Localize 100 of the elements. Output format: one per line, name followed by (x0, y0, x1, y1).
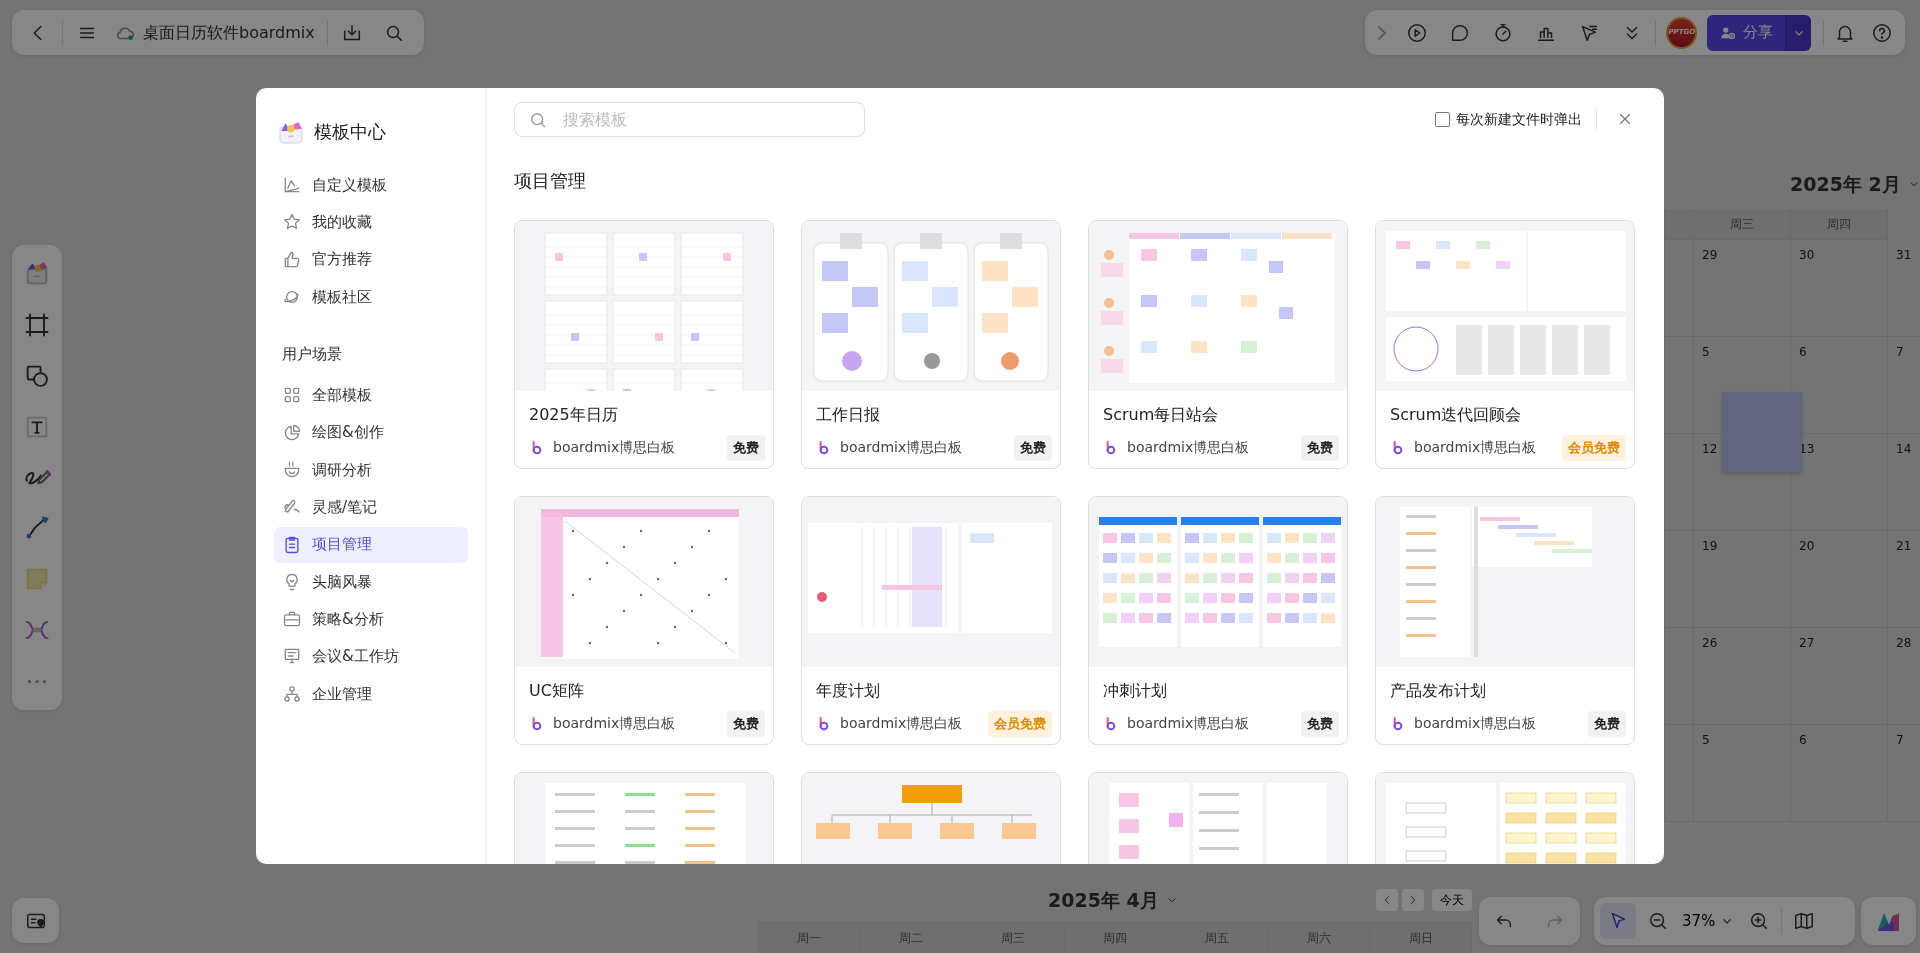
template-title: Scrum迭代回顾会 (1389, 404, 1523, 426)
template-card[interactable]: 工作日报 boardmix博思白板 免费 (801, 220, 1061, 469)
dialog-title: 模板中心 (314, 120, 386, 144)
price-tag: 免费 (1588, 711, 1626, 737)
sidebar-item[interactable]: 模板社区 (274, 278, 468, 315)
date-number: 6 (1799, 732, 1807, 747)
template-thumbnail[interactable] (1376, 497, 1634, 667)
template-author: boardmix博思白板 (1127, 714, 1250, 734)
date-number: 14 (1896, 441, 1912, 456)
template-author: boardmix博思白板 (553, 438, 676, 458)
date-number: 19 (1702, 538, 1718, 553)
template-card[interactable]: 产品发布计划 boardmix博思白板 免费 (1375, 496, 1635, 745)
share-options-button[interactable] (1785, 14, 1812, 51)
calendar-month-title[interactable]: 2025年 2月 (1790, 170, 1920, 199)
calendar-month-title[interactable]: 2025年 4月 (1048, 885, 1179, 915)
template-card[interactable]: UC矩阵 boardmix博思白板 免费 (514, 496, 774, 745)
template-title: UC矩阵 (528, 680, 585, 702)
search-field[interactable]: 搜索模板 (514, 101, 865, 137)
org-chart-icon (282, 683, 302, 704)
section-heading: 用户场景 (282, 343, 343, 365)
template-author: boardmix博思白板 (840, 438, 963, 458)
template-thumbnail[interactable] (802, 497, 1060, 667)
template-card[interactable]: Scrum迭代回顾会 boardmix博思白板 会员免费 (1375, 220, 1635, 469)
help-icon (1871, 21, 1894, 44)
date-number: 5 (1702, 344, 1710, 359)
sidebar-item[interactable]: 调研分析 (274, 452, 468, 488)
price-tag: 免费 (1301, 711, 1339, 737)
template-thumbnail[interactable] (1376, 221, 1634, 391)
weekday-header: 周四 (1791, 208, 1888, 240)
thumbs-up-icon (282, 249, 302, 270)
weekday-header: 周三 (962, 923, 1065, 953)
chevron-right-icon (1378, 25, 1387, 40)
weekday-header: 周五 (1166, 923, 1269, 953)
price-tag: 免费 (1301, 435, 1339, 461)
sidebar-item[interactable]: 策略&分析 (274, 601, 468, 638)
template-thumbnail[interactable] (515, 497, 773, 667)
weekday-header: 周六 (1268, 923, 1371, 953)
minimap-icon (1793, 910, 1816, 932)
date-number: 28 (1896, 635, 1912, 650)
date-number: 7 (1896, 732, 1904, 747)
template-card[interactable]: 2025年日历 boardmix博思白板 免费 (514, 220, 774, 469)
more-icon (27, 678, 47, 684)
template-title: 冲刺计划 (1102, 680, 1168, 702)
price-tag: 免费 (727, 711, 765, 737)
weekday-header: 周日 (1370, 923, 1472, 953)
zoom-level-dropdown[interactable]: 37% (1680, 903, 1738, 939)
date-number: 5 (1702, 732, 1710, 747)
date-number: 21 (1896, 538, 1912, 553)
template-author: boardmix博思白板 (840, 714, 963, 734)
share-button[interactable]: 分享 (1707, 14, 1786, 51)
template-author: boardmix博思白板 (1127, 438, 1250, 458)
sidebar-item[interactable]: 官方推荐 (274, 241, 468, 278)
present-icon (1405, 21, 1428, 44)
pie-chart-icon (282, 422, 302, 443)
category-title: 项目管理 (514, 169, 587, 193)
sidebar-item[interactable]: 项目管理 (274, 526, 468, 563)
sidebar-item[interactable]: 头脑风暴 (274, 563, 468, 600)
price-tag: 会员免费 (988, 711, 1052, 737)
weekday-header: 周三 (1694, 208, 1791, 240)
pen-icon (23, 469, 51, 486)
date-number: 27 (1799, 635, 1815, 650)
sidebar-item[interactable]: 全部模板 (274, 377, 468, 414)
template-title: 产品发布计划 (1389, 680, 1487, 702)
date-number: 26 (1702, 635, 1718, 650)
sidebar-item[interactable]: 企业管理 (274, 675, 468, 712)
template-title: 2025年日历 (528, 404, 619, 426)
template-title: 年度计划 (815, 680, 881, 702)
template-card[interactable]: Scrum每日站会 boardmix博思白板 免费 (1088, 220, 1348, 469)
cup-icon (282, 460, 302, 480)
date-number: 6 (1799, 344, 1807, 359)
sidebar-item[interactable]: 绘图&创作 (274, 414, 468, 451)
select-tool-button[interactable] (1600, 903, 1636, 939)
price-tag: 会员免费 (1562, 435, 1626, 461)
template-author: boardmix博思白板 (1414, 438, 1537, 458)
chart-icon (282, 175, 302, 195)
checkbox-label: 每次新建文件时弹出 (1456, 109, 1582, 129)
date-number: 31 (1896, 247, 1912, 262)
template-card[interactable]: 冲刺计划 boardmix博思白板 免费 (1088, 496, 1348, 745)
today-button[interactable]: 今天 (1432, 889, 1472, 911)
template-thumbnail[interactable] (1089, 497, 1347, 667)
template-title: Scrum每日站会 (1102, 404, 1220, 426)
sidebar-item[interactable]: 自定义模板 (274, 167, 468, 203)
zoom-out-icon (1647, 910, 1669, 932)
date-number: 7 (1896, 344, 1904, 359)
template-thumbnail[interactable] (1089, 221, 1347, 391)
sidebar-item[interactable]: 我的收藏 (274, 204, 468, 241)
template-thumbnail[interactable] (515, 221, 773, 391)
price-tag: 免费 (1014, 435, 1052, 461)
date-number: 30 (1799, 247, 1815, 262)
sidebar-item[interactable]: 灵感/笔记 (274, 489, 468, 526)
template-title: 工作日报 (815, 404, 881, 426)
weekday-header: 周四 (1064, 923, 1167, 953)
template-author: boardmix博思白板 (1414, 714, 1537, 734)
date-number: 20 (1799, 538, 1815, 553)
template-card[interactable]: 年度计划 boardmix博思白板 会员免费 (801, 496, 1061, 745)
template-thumbnail[interactable] (802, 221, 1060, 391)
sidebar-item[interactable]: 会议&工作坊 (274, 638, 468, 675)
date-number: 29 (1702, 247, 1718, 262)
date-number: 12 (1702, 441, 1718, 456)
popup-checkbox[interactable] (1435, 111, 1450, 127)
